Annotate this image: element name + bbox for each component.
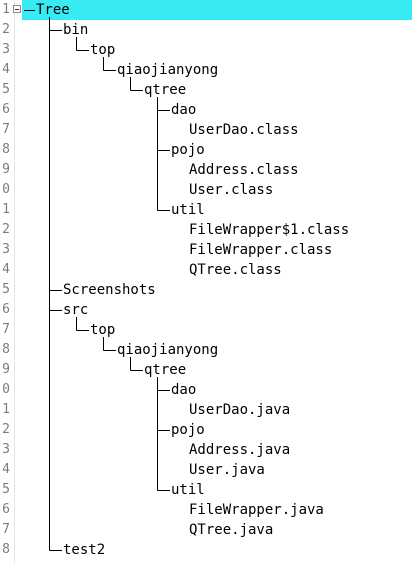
text-editor[interactable]: 1 Tree 2 bin 3 top 4 qiaojianyong 5 qtree 6 dao 7 Use… — [0, 0, 412, 564]
tree-connector-lines — [24, 10, 170, 551]
